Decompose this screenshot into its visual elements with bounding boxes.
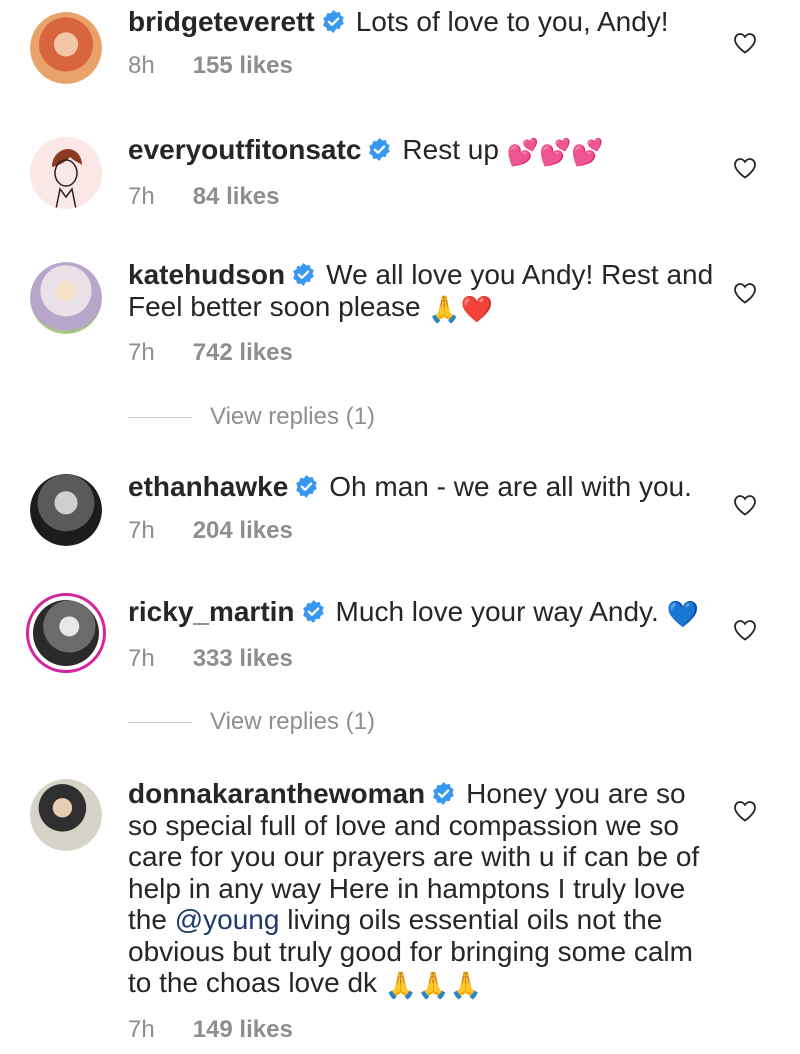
comment-username[interactable]: ethanhawke [128,471,288,502]
comment-timestamp: 7h [128,182,155,210]
comment-likes[interactable]: 149 likes [193,1016,293,1043]
pray-heart-emoji: 🙏❤️ [428,293,494,324]
verified-badge-icon [296,475,318,498]
like-heart-icon[interactable] [733,32,757,54]
comment-timestamp: 8h [128,51,155,79]
avatar[interactable] [30,474,102,546]
avatar[interactable] [30,137,102,209]
view-replies-button[interactable]: View replies (1) [128,707,528,737]
avatar[interactable] [30,12,102,84]
divider [128,721,192,723]
comment-timestamp: 7h [128,644,155,672]
like-heart-icon[interactable] [733,494,757,516]
divider [128,416,192,418]
verified-badge-icon [369,138,391,161]
comment-timestamp: 7h [128,1015,155,1043]
comment-likes[interactable]: 155 likes [193,52,293,79]
comment-likes[interactable]: 742 likes [193,339,293,366]
like-heart-icon[interactable] [733,157,757,179]
like-heart-icon[interactable] [733,282,757,304]
avatar-story-ring-icon[interactable] [26,593,106,673]
comment-timestamp: 7h [128,516,155,544]
avatar[interactable] [30,779,102,851]
verified-badge-icon [302,600,324,623]
view-replies-label: View replies (1) [210,708,375,735]
comment-text: Rest up [402,134,499,165]
verified-badge-icon [293,263,314,286]
comment-likes[interactable]: 333 likes [193,645,293,672]
comment-likes[interactable]: 204 likes [193,517,293,544]
avatar-sketch-icon [30,137,102,209]
comment-text: Oh man - we are all with you. [329,471,692,502]
comment-username[interactable]: bridgeteverett [128,6,315,37]
like-heart-icon[interactable] [733,800,757,822]
comment-username[interactable]: everyoutfitonsatc [128,134,361,165]
verified-badge-icon [433,782,454,805]
verified-badge-icon [322,10,344,33]
comment-username[interactable]: katehudson [128,259,285,290]
comments-feed: bridgeteverett Lots of love to you, Andy!… [0,0,800,1054]
hearts-emoji: 💕💕💕 [506,137,604,167]
blue-heart-emoji: 💙 [666,599,699,629]
comment-text: Much love your way Andy. [335,596,659,627]
comment-likes[interactable]: 84 likes [193,183,280,210]
mention-link[interactable]: @young [175,904,280,935]
comment-text: Lots of love to you, Andy! [355,6,669,37]
comment-username[interactable]: ricky_martin [128,596,295,627]
comment-username[interactable]: donnakaranthewoman [128,778,425,809]
view-replies-button[interactable]: View replies (1) [128,402,528,432]
view-replies-label: View replies (1) [210,403,375,430]
comment-timestamp: 7h [128,339,155,366]
like-heart-icon[interactable] [733,619,757,641]
avatar[interactable] [30,262,102,334]
pray-emoji: 🙏🙏🙏 [384,970,482,1000]
